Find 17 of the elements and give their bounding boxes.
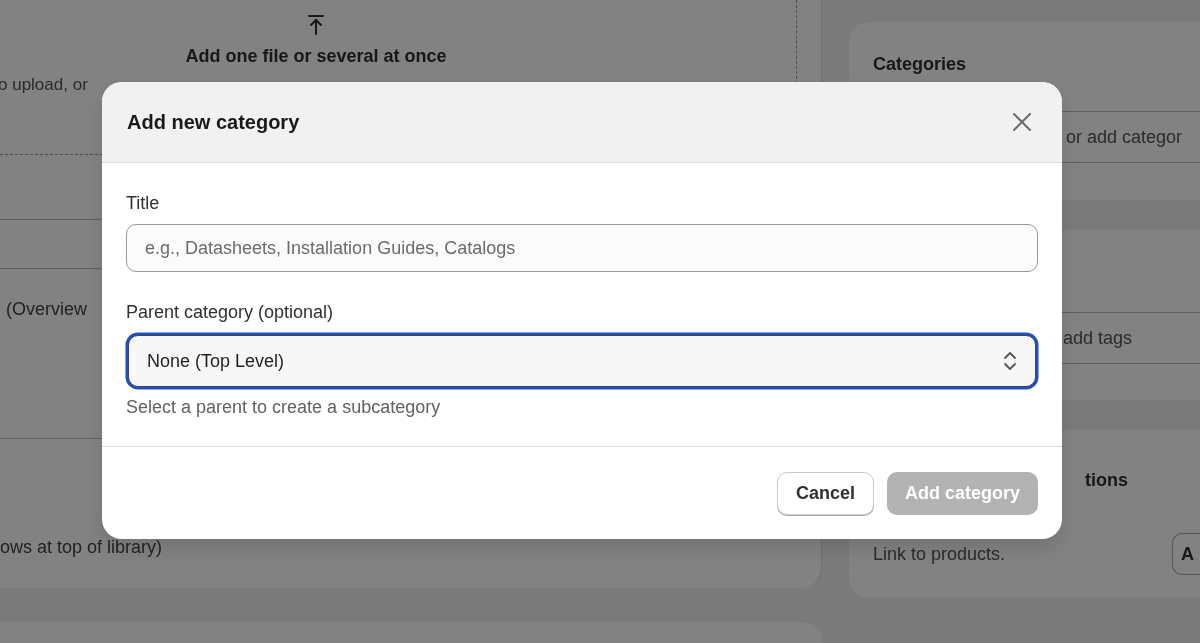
parent-category-select[interactable]: None (Top Level) [128, 335, 1036, 387]
chevron-updown-icon [1003, 350, 1017, 372]
card-text: Link to products. [873, 543, 1006, 565]
card-title: tions [1084, 470, 1129, 491]
card-title: Categories [873, 54, 968, 75]
add-button[interactable]: A [1172, 533, 1200, 575]
cancel-button[interactable]: Cancel [776, 472, 874, 515]
dialog-title: Add new category [127, 110, 300, 134]
field-label: Parent category (optional) [126, 302, 335, 323]
upload-icon [307, 14, 325, 36]
field-label: Title [126, 193, 161, 214]
row-text: (Overview [6, 299, 87, 320]
row-text: ows at top of library) [0, 537, 163, 558]
close-button[interactable] [1010, 110, 1034, 134]
help-text: Select a parent to create a subcategory [126, 397, 442, 418]
title-input[interactable]: e.g., Datasheets, Installation Guides, Catalogs [126, 224, 1038, 272]
upload-heading: Add one file or several at once [185, 46, 447, 67]
